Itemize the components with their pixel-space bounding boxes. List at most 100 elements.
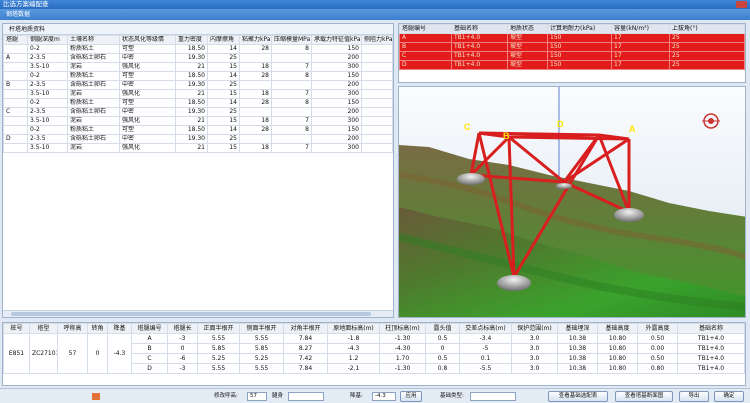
table-cell <box>3 98 28 108</box>
table-cell <box>361 125 393 135</box>
leg-select[interactable] <box>288 392 324 401</box>
table-cell: A <box>399 33 452 43</box>
table-cell: 150 <box>547 33 612 43</box>
table-cell: 25 <box>207 53 240 63</box>
table-cell: 18.50 <box>175 44 208 54</box>
table-row[interactable]: A 2-3.5 含砾粘土卵石 中密 19.30 25 200 <box>3 53 393 63</box>
column-header: 计算地耐力(kPa) <box>547 24 612 34</box>
table-cell: 3.5-10 <box>27 89 68 99</box>
table-cell: 10.80 <box>597 343 638 354</box>
table-cell: 0-2 <box>27 71 68 81</box>
table-row[interactable]: 3.5-10 泥岩 强风化 21 15 18 7 300 <box>3 143 393 153</box>
table-cell: -5 <box>459 343 512 354</box>
table-cell: 8 <box>271 44 312 54</box>
table-row[interactable]: 0-2 粉质粘土 可塑 18.50 14 28 8 150 <box>3 98 393 108</box>
table-row[interactable]: 3.5-10 泥岩 强风化 21 15 18 7 300 <box>3 116 393 126</box>
table-row[interactable]: 3.5-10 泥岩 强风化 21 15 18 7 300 <box>3 62 393 72</box>
column-header: 上拔角(°) <box>669 24 745 34</box>
table-cell: 28 <box>239 125 272 135</box>
table-row[interactable]: B 2-3.5 含砾粘土卵石 中密 19.30 25 200 <box>3 80 393 90</box>
apply-button[interactable]: 应用 <box>400 391 422 402</box>
table-cell: 150 <box>311 125 362 135</box>
table-cell: 14 <box>207 98 240 108</box>
column-header: 状态风化等级情 <box>119 35 176 45</box>
toolbar: 钢塔数据 <box>0 9 750 20</box>
table-cell: 8 <box>271 98 312 108</box>
table-cell: TB1+4.0 <box>451 51 508 61</box>
column-header: 保护范围(m) <box>511 323 558 334</box>
horizontal-scrollbar[interactable] <box>3 310 393 317</box>
scrollbar-thumb[interactable] <box>11 312 371 316</box>
table-cell: 15 <box>207 143 240 153</box>
tower-type-cell: ZC27101 <box>29 333 58 374</box>
table-cell: 0-2 <box>27 98 68 108</box>
view-foundation-table-button[interactable]: 查看基础选配表 <box>548 391 608 402</box>
table-cell: 19.30 <box>175 107 208 117</box>
table-cell <box>3 125 28 135</box>
table-cell: 14 <box>207 125 240 135</box>
table-cell: 15 <box>207 62 240 72</box>
table-row[interactable]: C TB1+4.0 坡型 150 17 25 <box>399 51 745 61</box>
table-cell <box>361 89 393 99</box>
table-cell: -4.3 <box>327 343 380 354</box>
table-cell <box>3 44 28 54</box>
table-cell <box>239 53 272 63</box>
table-cell: D <box>131 363 168 374</box>
table-row[interactable]: D TB1+4.0 坡型 150 17 25 <box>399 60 745 70</box>
tower-angle-cell: 0 <box>87 333 108 374</box>
app-icon <box>92 393 100 400</box>
table-row[interactable]: 3.5-10 泥岩 强风化 21 15 18 7 300 <box>3 89 393 99</box>
table-cell: 18 <box>239 89 272 99</box>
table-row[interactable]: B TB1+4.0 坡型 150 17 25 <box>399 42 745 52</box>
table-cell: 25 <box>207 134 240 144</box>
table-row[interactable]: E851 ZC27101 57 0 -4.3 A -3 5.55 5.55 7.84 -1.8 -1.… <box>3 333 745 374</box>
ok-button[interactable]: 确定 <box>714 391 744 402</box>
foundation-type-select[interactable] <box>470 392 516 401</box>
table-cell: 28 <box>239 71 272 81</box>
column-header: 钢腿深度m <box>27 35 68 45</box>
table-row[interactable]: D 2-3.5 含砾粘土卵石 中密 19.30 25 200 <box>3 134 393 144</box>
table-cell: 7 <box>271 89 312 99</box>
leg-label-a: A <box>629 124 636 134</box>
lower-select[interactable]: -4.3 <box>372 392 396 401</box>
tower-3d-view[interactable]: C B D A <box>398 86 746 318</box>
height-select[interactable]: 57 <box>247 392 267 401</box>
export-button[interactable]: 导出 <box>679 391 709 402</box>
table-cell: 25 <box>669 33 745 43</box>
table-cell: 18 <box>239 62 272 72</box>
column-header: 容量(kN/m³) <box>611 24 670 34</box>
table-cell: 3.0 <box>511 353 558 364</box>
table-cell: 150 <box>547 51 612 61</box>
table-cell: 200 <box>311 53 362 63</box>
table-cell: 28 <box>239 98 272 108</box>
column-header: 侧阻力kPa <box>361 35 393 45</box>
table-row[interactable]: 0-2 粉质粘土 可塑 18.50 14 28 8 150 <box>3 71 393 81</box>
table-cell: 15 <box>207 89 240 99</box>
table-cell: 粉质粘土 <box>67 71 120 81</box>
view-section-button[interactable]: 查看塔基断面图 <box>615 391 673 402</box>
table-row[interactable]: C 2-3.5 含砾粘土卵石 中密 19.30 25 200 <box>3 107 393 117</box>
table-cell: 150 <box>311 71 362 81</box>
table-cell: TB1+4.0 <box>677 353 745 364</box>
table-cell: C <box>131 353 168 364</box>
table-cell: -1.30 <box>379 333 426 344</box>
table-row[interactable]: A TB1+4.0 坡型 150 17 25 <box>399 33 745 43</box>
column-header: 柱顶标高(m) <box>379 323 426 334</box>
table-cell: TB1+4.0 <box>677 333 745 344</box>
column-header: 粘聚力kPa <box>239 35 272 45</box>
table-cell: B <box>399 42 452 52</box>
table-cell: 25 <box>207 107 240 117</box>
table-cell: 3.5-10 <box>27 143 68 153</box>
table-cell: 17 <box>611 60 670 70</box>
table-cell <box>361 53 393 63</box>
table-row[interactable]: 0-2 粉质粘土 可塑 18.50 14 28 8 150 <box>3 44 393 54</box>
table-cell: 19.30 <box>175 53 208 63</box>
tower-lower-cell: -4.3 <box>107 333 132 374</box>
close-button[interactable] <box>736 1 747 8</box>
tower-3d-scene: C B D A <box>399 87 745 317</box>
table-cell: 150 <box>311 98 362 108</box>
table-cell <box>3 62 28 72</box>
table-cell: 2-3.5 <box>27 107 68 117</box>
table-row[interactable]: 0-2 粉质粘土 可塑 18.50 14 28 8 150 <box>3 125 393 135</box>
foundation-type-label: 基础类型: <box>440 393 464 399</box>
